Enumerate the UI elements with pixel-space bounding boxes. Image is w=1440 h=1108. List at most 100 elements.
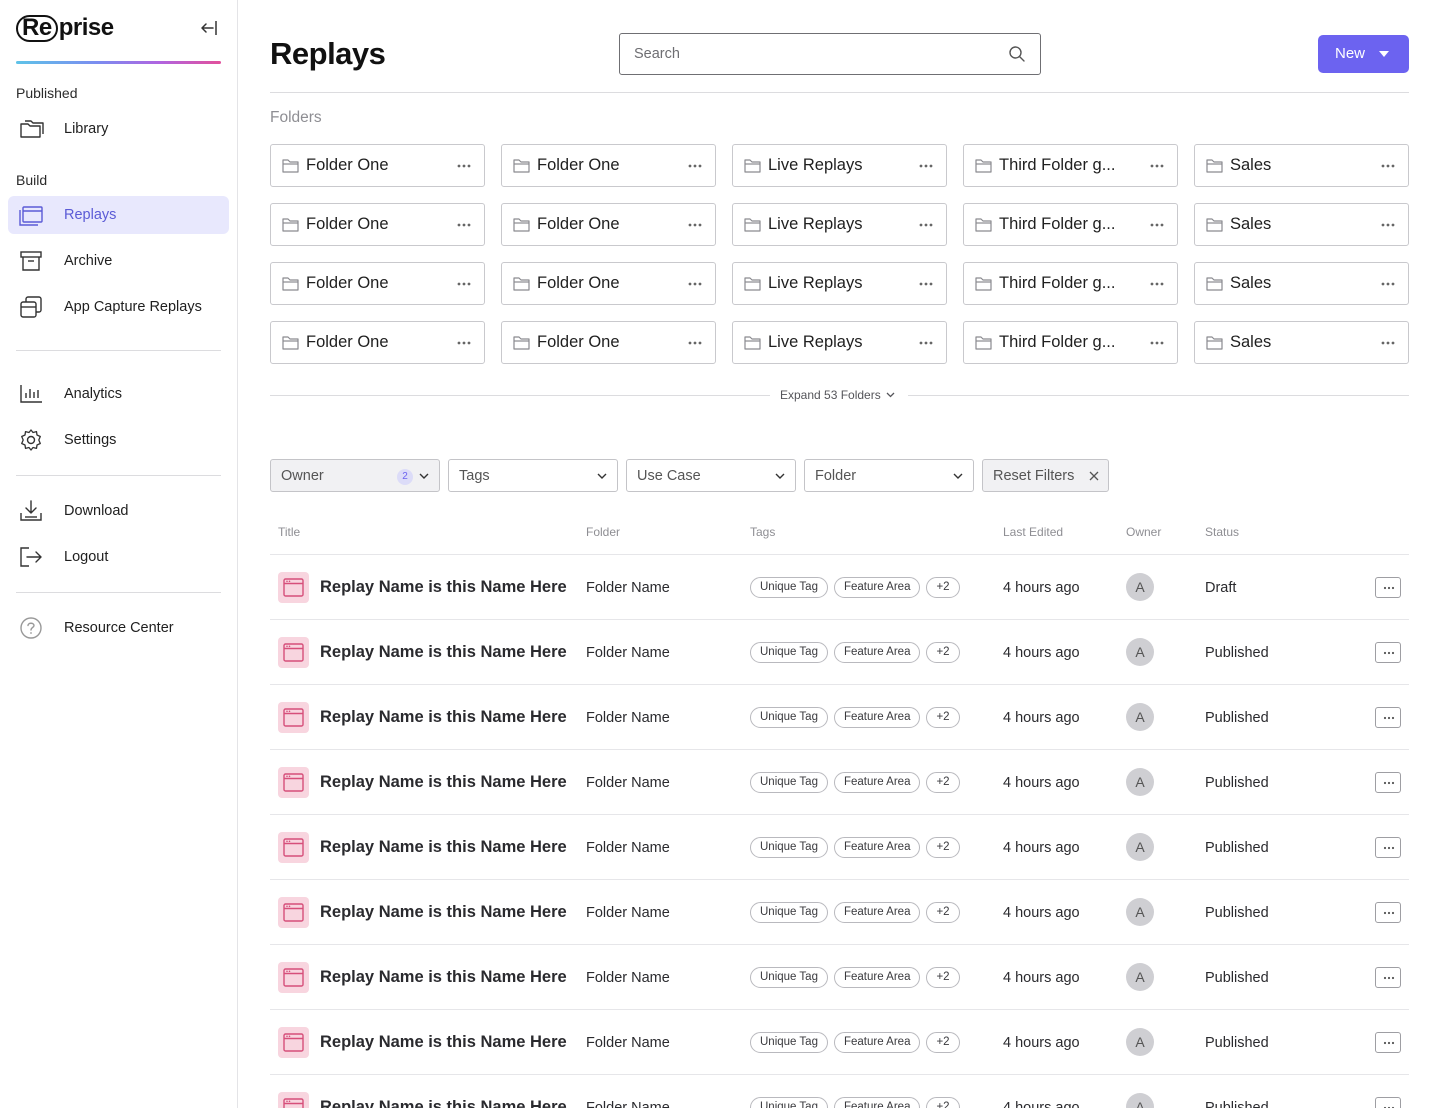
replay-title[interactable]: Replay Name is this Name Here — [320, 1098, 567, 1108]
folder-card[interactable]: Folder One — [270, 144, 485, 187]
more-horizontal-icon[interactable] — [1380, 217, 1396, 233]
more-horizontal-icon[interactable] — [918, 335, 934, 351]
more-horizontal-icon[interactable] — [687, 335, 703, 351]
more-horizontal-icon[interactable] — [687, 217, 703, 233]
table-row[interactable]: Replay Name is this Name Here Folder Name… — [270, 555, 1409, 620]
expand-folders-button[interactable]: Expand 53 Folders — [780, 388, 895, 402]
more-horizontal-icon[interactable] — [918, 217, 934, 233]
more-horizontal-icon[interactable] — [1149, 217, 1165, 233]
column-header-last-edited[interactable]: Last Edited — [1003, 525, 1063, 539]
table-row[interactable]: Replay Name is this Name Here Folder Name… — [270, 750, 1409, 815]
more-horizontal-icon[interactable] — [456, 335, 472, 351]
table-row[interactable]: Replay Name is this Name Here Folder Name… — [270, 880, 1409, 945]
folder-card[interactable]: Folder One — [501, 321, 716, 364]
column-header-folder[interactable]: Folder — [586, 525, 620, 539]
more-horizontal-icon[interactable] — [456, 158, 472, 174]
row-actions-button[interactable] — [1375, 1032, 1401, 1053]
column-header-title[interactable]: Title — [278, 525, 300, 539]
replay-title[interactable]: Replay Name is this Name Here — [320, 578, 567, 597]
tag-chip[interactable]: Unique Tag — [750, 772, 828, 793]
tag-chip[interactable]: Unique Tag — [750, 577, 828, 598]
more-horizontal-icon[interactable] — [1149, 335, 1165, 351]
folder-card[interactable]: Folder One — [270, 262, 485, 305]
folder-card[interactable]: Sales — [1194, 144, 1409, 187]
folder-card[interactable]: Folder One — [270, 321, 485, 364]
more-horizontal-icon[interactable] — [456, 217, 472, 233]
row-actions-button[interactable] — [1375, 642, 1401, 663]
folder-card[interactable]: Folder One — [270, 203, 485, 246]
more-horizontal-icon[interactable] — [687, 158, 703, 174]
table-row[interactable]: Replay Name is this Name Here Folder Name… — [270, 1075, 1409, 1108]
tag-chip[interactable]: Feature Area — [833, 707, 921, 728]
more-horizontal-icon[interactable] — [1380, 158, 1396, 174]
row-actions-button[interactable] — [1375, 1097, 1401, 1108]
replay-title[interactable]: Replay Name is this Name Here — [320, 838, 567, 857]
table-row[interactable]: Replay Name is this Name Here Folder Name… — [270, 620, 1409, 685]
tag-chip[interactable]: +2 — [926, 1032, 960, 1053]
replay-title[interactable]: Replay Name is this Name Here — [320, 708, 567, 727]
folder-card[interactable]: Live Replays — [732, 321, 947, 364]
tag-chip[interactable]: +2 — [926, 577, 960, 598]
row-actions-button[interactable] — [1375, 577, 1401, 598]
sidebar-item-download[interactable]: Download — [8, 492, 229, 530]
replay-title[interactable]: Replay Name is this Name Here — [320, 643, 567, 662]
folder-card[interactable]: Folder One — [501, 144, 716, 187]
tag-chip[interactable]: Feature Area — [833, 577, 921, 598]
table-row[interactable]: Replay Name is this Name Here Folder Name… — [270, 945, 1409, 1010]
sidebar-item-archive[interactable]: Archive — [8, 242, 229, 280]
column-header-owner[interactable]: Owner — [1126, 525, 1161, 539]
tag-chip[interactable]: +2 — [926, 707, 960, 728]
sidebar-item-analytics[interactable]: Analytics — [8, 375, 229, 413]
folder-card[interactable]: Live Replays — [732, 144, 947, 187]
table-row[interactable]: Replay Name is this Name Here Folder Name… — [270, 685, 1409, 750]
folder-card[interactable]: Live Replays — [732, 262, 947, 305]
folder-card[interactable]: Sales — [1194, 203, 1409, 246]
more-horizontal-icon[interactable] — [918, 158, 934, 174]
more-horizontal-icon[interactable] — [1380, 276, 1396, 292]
more-horizontal-icon[interactable] — [1149, 276, 1165, 292]
folder-filter[interactable]: Folder — [804, 459, 974, 492]
tag-chip[interactable]: +2 — [926, 967, 960, 988]
sidebar-item-settings[interactable]: Settings — [8, 421, 229, 459]
search-icon[interactable] — [1008, 45, 1026, 63]
reset-filters-button[interactable]: Reset Filters — [982, 459, 1109, 492]
tag-chip[interactable]: Feature Area — [833, 1032, 921, 1053]
tag-chip[interactable]: Unique Tag — [750, 1097, 828, 1108]
folder-card[interactable]: Third Folder g... — [963, 262, 1178, 305]
tag-chip[interactable]: Unique Tag — [750, 967, 828, 988]
tag-chip[interactable]: Unique Tag — [750, 707, 828, 728]
more-horizontal-icon[interactable] — [1380, 335, 1396, 351]
tag-chip[interactable]: Feature Area — [833, 837, 921, 858]
sidebar-item-replays[interactable]: Replays — [8, 196, 229, 234]
more-horizontal-icon[interactable] — [1149, 158, 1165, 174]
tag-chip[interactable]: Feature Area — [833, 772, 921, 793]
new-button[interactable]: New — [1318, 35, 1409, 73]
folder-card[interactable]: Live Replays — [732, 203, 947, 246]
replay-title[interactable]: Replay Name is this Name Here — [320, 903, 567, 922]
row-actions-button[interactable] — [1375, 837, 1401, 858]
tag-chip[interactable]: Unique Tag — [750, 902, 828, 923]
use-case-filter[interactable]: Use Case — [626, 459, 796, 492]
folder-card[interactable]: Third Folder g... — [963, 203, 1178, 246]
tag-chip[interactable]: +2 — [926, 772, 960, 793]
more-horizontal-icon[interactable] — [456, 276, 472, 292]
replay-title[interactable]: Replay Name is this Name Here — [320, 1033, 567, 1052]
tag-chip[interactable]: Feature Area — [833, 642, 921, 663]
folder-card[interactable]: Sales — [1194, 321, 1409, 364]
tags-filter[interactable]: Tags — [448, 459, 618, 492]
folder-card[interactable]: Folder One — [501, 203, 716, 246]
sidebar-item-logout[interactable]: Logout — [8, 538, 229, 576]
folder-card[interactable]: Third Folder g... — [963, 321, 1178, 364]
tag-chip[interactable]: Unique Tag — [750, 642, 828, 663]
sidebar-item-library[interactable]: Library — [8, 110, 229, 148]
collapse-sidebar-icon[interactable] — [199, 18, 219, 38]
tag-chip[interactable]: +2 — [926, 837, 960, 858]
tag-chip[interactable]: Feature Area — [833, 902, 921, 923]
tag-chip[interactable]: Unique Tag — [750, 837, 828, 858]
more-horizontal-icon[interactable] — [918, 276, 934, 292]
table-row[interactable]: Replay Name is this Name Here Folder Name… — [270, 1010, 1409, 1075]
folder-card[interactable]: Folder One — [501, 262, 716, 305]
tag-chip[interactable]: Unique Tag — [750, 1032, 828, 1053]
folder-card[interactable]: Third Folder g... — [963, 144, 1178, 187]
tag-chip[interactable]: Feature Area — [833, 1097, 921, 1108]
